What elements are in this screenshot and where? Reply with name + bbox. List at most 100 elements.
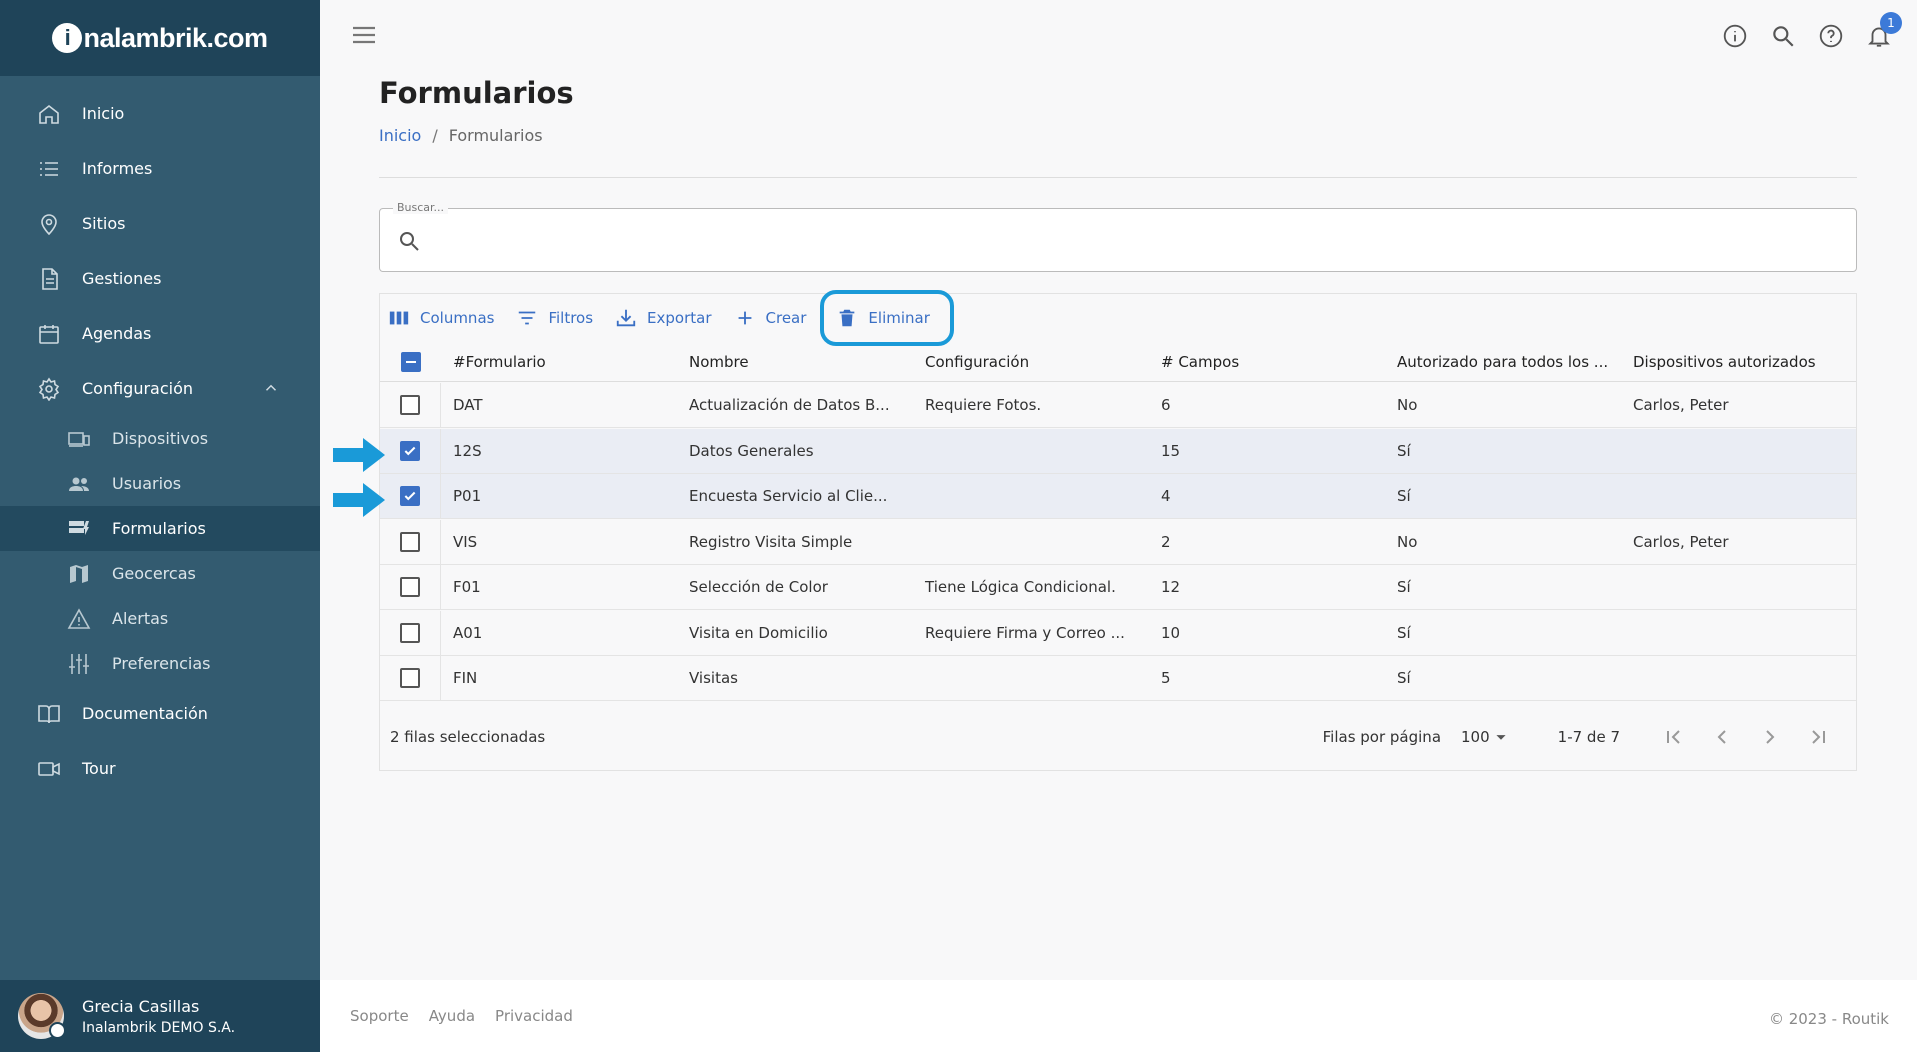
sidebar-subitem-alertas[interactable]: Alertas: [0, 596, 320, 641]
column-header-formulario[interactable]: #Formulario: [441, 353, 677, 371]
sidebar-item-agendas[interactable]: Agendas: [0, 306, 320, 361]
filters-label: Filtros: [548, 309, 594, 327]
devices-icon: [66, 427, 92, 451]
sidebar-item-informes[interactable]: Informes: [0, 141, 320, 196]
column-header-autorizado[interactable]: Autorizado para todos los ...: [1385, 353, 1621, 371]
cell-all: No: [1397, 532, 1418, 551]
cell-fields: 5: [1161, 669, 1171, 687]
row-checkbox[interactable]: [400, 622, 420, 643]
search-icon[interactable]: [1759, 20, 1807, 52]
sidebar-subitem-label: Geocercas: [112, 564, 196, 583]
footer-link-ayuda[interactable]: Ayuda: [429, 1007, 475, 1025]
plus-icon: [738, 311, 751, 325]
column-header-configuracion[interactable]: Configuración: [913, 353, 1149, 371]
table-row[interactable]: FIN Visitas 5 Sí: [380, 656, 1856, 701]
table-row[interactable]: 12S Datos Generales 15 Sí: [380, 428, 1856, 474]
list-icon: [37, 157, 61, 181]
next-page-icon[interactable]: [1746, 725, 1794, 749]
pagination: Filas por página 100 1-7 de 7: [1323, 703, 1842, 770]
cell-fields: 15: [1161, 441, 1181, 460]
last-page-icon[interactable]: [1794, 725, 1842, 749]
cell-id: FIN: [453, 669, 478, 687]
row-checkbox[interactable]: [400, 395, 420, 415]
table-header: #Formulario Nombre Configuración # Campo…: [380, 342, 1856, 382]
cell-id: 12S: [453, 441, 482, 460]
breadcrumb-home-link[interactable]: Inicio: [379, 126, 421, 145]
cell-id: A01: [453, 623, 483, 642]
notifications-bell-icon[interactable]: 1: [1855, 12, 1903, 52]
sidebar-item-sitios[interactable]: Sitios: [0, 196, 320, 251]
column-header-campos[interactable]: # Campos: [1149, 353, 1385, 371]
sidebar-subitem-dispositivos[interactable]: Dispositivos: [0, 416, 320, 461]
sidebar-item-label: Tour: [82, 759, 116, 778]
row-checkbox[interactable]: [400, 440, 420, 461]
sidebar-item-inicio[interactable]: Inicio: [0, 86, 320, 141]
grid-footer: 2 filas seleccionadas Filas por página 1…: [380, 703, 1856, 770]
logo-text: nalambrik.com: [83, 22, 268, 53]
cell-fields: 2: [1161, 532, 1171, 551]
search-input[interactable]: [436, 221, 1836, 261]
map-icon: [66, 562, 92, 586]
cell-config: Requiere Firma y Correo ...: [925, 623, 1125, 642]
filters-button[interactable]: Filtros: [516, 300, 593, 336]
prev-page-icon[interactable]: [1698, 725, 1746, 749]
cell-id: VIS: [453, 532, 478, 551]
cell-all: Sí: [1397, 578, 1411, 596]
notification-badge: 1: [1880, 12, 1902, 34]
annotation-arrow-right-icon: [333, 483, 385, 517]
cell-config: Tiene Lógica Condicional.: [925, 578, 1116, 596]
sidebar-item-label: Documentación: [82, 704, 208, 723]
table-row[interactable]: F01 Selección de Color Tiene Lógica Condic…: [380, 565, 1856, 610]
column-header-dispositivos[interactable]: Dispositivos autorizados: [1621, 353, 1856, 371]
footer-link-privacidad[interactable]: Privacidad: [495, 1007, 573, 1025]
export-button[interactable]: Exportar: [615, 300, 712, 336]
sidebar-subitem-label: Formularios: [112, 519, 206, 538]
avatar: [18, 993, 66, 1039]
sidebar-item-label: Inicio: [82, 104, 125, 123]
chevron-up-icon[interactable]: [262, 379, 280, 401]
table-row[interactable]: A01 Visita en Domicilio Requiere Firma y C…: [380, 610, 1856, 656]
location-pin-icon: [37, 212, 61, 236]
table-row[interactable]: P01 Encuesta Servicio al Clie... 4 Sí: [380, 474, 1856, 519]
cell-fields: 12: [1161, 578, 1181, 596]
dynamic-form-icon: [66, 517, 92, 541]
sidebar-item-configuracion[interactable]: Configuración: [0, 361, 320, 416]
sidebar-subitem-label: Preferencias: [112, 654, 211, 673]
row-checkbox[interactable]: [400, 531, 420, 552]
delete-button[interactable]: Eliminar: [820, 290, 954, 346]
table-row[interactable]: DAT Actualización de Datos B... Requiere F…: [380, 383, 1856, 428]
sidebar-subitem-usuarios[interactable]: Usuarios: [0, 461, 320, 506]
gear-icon: [37, 377, 61, 401]
create-button[interactable]: Crear: [734, 300, 806, 336]
cell-fields: 10: [1161, 623, 1181, 642]
sidebar-subitem-geocercas[interactable]: Geocercas: [0, 551, 320, 596]
footer-link-soporte[interactable]: Soporte: [350, 1007, 409, 1025]
search-field[interactable]: Buscar...: [379, 201, 1857, 272]
info-icon[interactable]: [1711, 20, 1759, 52]
row-checkbox[interactable]: [400, 486, 420, 506]
sidebar-subitem-preferencias[interactable]: Preferencias: [0, 641, 320, 686]
select-all-checkbox[interactable]: [400, 351, 421, 372]
cell-name: Visita en Domicilio: [689, 623, 828, 642]
help-icon[interactable]: [1807, 20, 1855, 52]
first-page-icon[interactable]: [1650, 725, 1698, 749]
columns-button[interactable]: Columnas: [388, 300, 494, 336]
sidebar-item-label: Agendas: [82, 324, 152, 343]
column-header-nombre[interactable]: Nombre: [677, 353, 913, 371]
trash-icon: [840, 309, 855, 327]
row-checkbox[interactable]: [400, 577, 420, 597]
sidebar-item-documentacion[interactable]: Documentación: [0, 686, 320, 741]
user-profile[interactable]: Grecia Casillas Inalambrik DEMO S.A.: [0, 980, 320, 1052]
sidebar-subitem-formularios[interactable]: Formularios: [0, 506, 320, 551]
sidebar-item-label: Informes: [82, 159, 153, 178]
row-checkbox[interactable]: [400, 668, 420, 688]
logo-area: i nalambrik.com: [0, 0, 320, 76]
cell-name: Visitas: [689, 669, 738, 687]
logo[interactable]: i nalambrik.com: [52, 22, 268, 54]
export-label: Exportar: [647, 309, 712, 327]
sidebar-item-gestiones[interactable]: Gestiones: [0, 251, 320, 306]
hamburger-menu-icon[interactable]: [351, 24, 377, 46]
table-row[interactable]: VIS Registro Visita Simple 2 No Carlos, Pete…: [380, 519, 1856, 565]
rows-per-page-select[interactable]: 100: [1461, 726, 1512, 748]
sidebar-item-tour[interactable]: Tour: [0, 741, 320, 796]
